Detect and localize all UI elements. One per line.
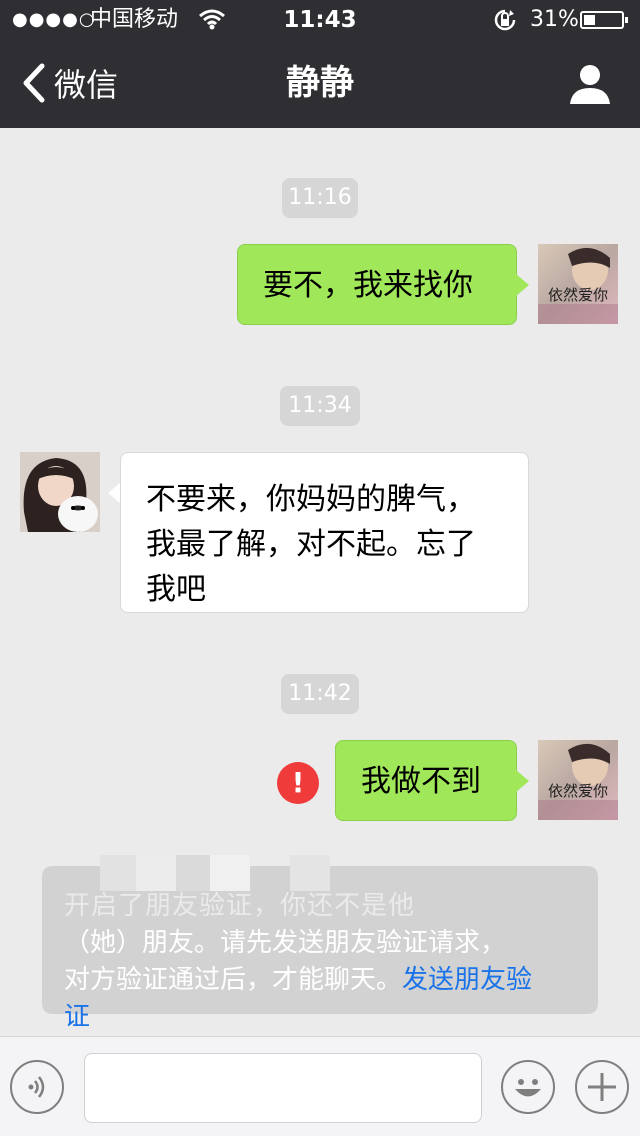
mosaic-block	[100, 855, 136, 891]
my-avatar[interactable]: 依然爱你	[538, 740, 618, 820]
mosaic-block	[290, 855, 330, 891]
message-bubble-sent[interactable]: 要不，我来找你	[237, 244, 517, 325]
mosaic-block	[176, 855, 210, 891]
emoji-button[interactable]	[501, 1060, 555, 1114]
mosaic-overlay	[100, 855, 570, 895]
message-bubble-sent[interactable]: 我做不到	[335, 740, 517, 821]
input-bar	[0, 1036, 640, 1136]
notice-text: 对方验证通过后，才能聊天。	[64, 965, 403, 995]
avatar-caption: 依然爱你	[547, 782, 608, 800]
send-friend-request-link[interactable]: 证	[64, 1002, 90, 1032]
message-text: 我做不到	[361, 764, 481, 799]
timestamp-1: 11:16	[282, 178, 358, 218]
my-avatar[interactable]: 依然爱你	[538, 244, 618, 324]
mosaic-block	[210, 855, 250, 891]
message-input[interactable]	[84, 1053, 482, 1123]
voice-icon	[28, 1076, 45, 1098]
notice-line-with-link: 对方验证通过后，才能聊天。发送朋友验	[64, 962, 578, 999]
rotation-lock-icon	[494, 9, 516, 31]
more-button[interactable]	[575, 1060, 629, 1114]
avatar-caption: 依然爱你	[547, 286, 608, 304]
message-line: 不要来，你妈妈的脾气，	[146, 482, 476, 517]
send-friend-request-link[interactable]: 发送朋友验	[402, 965, 532, 995]
status-bar: ●●●●○ 中国移动 11:43 31%	[0, 0, 640, 40]
voice-button[interactable]	[10, 1060, 64, 1114]
smiley-icon	[515, 1079, 541, 1097]
notice-line: （她）朋友。请先发送朋友验证请求，	[64, 928, 507, 958]
notice-line: 证	[64, 999, 578, 1036]
contact-avatar[interactable]	[20, 452, 100, 532]
plus-icon	[588, 1073, 616, 1101]
message-text: 要不，我来找你	[263, 268, 473, 303]
message-line: 我最了解，对不起。忘了	[146, 527, 476, 562]
battery-nub	[625, 17, 628, 23]
chat-title: 静静	[286, 63, 354, 103]
message-line: 我吧	[146, 572, 206, 607]
top-bar: ●●●●○ 中国移动 11:43 31% 微信 静静	[0, 0, 640, 128]
person-icon[interactable]	[568, 62, 612, 106]
message-bubble-received[interactable]: 不要来，你妈妈的脾气， 我最了解，对不起。忘了 我吧	[120, 452, 529, 613]
battery-fill	[584, 15, 595, 25]
bubble-tail	[516, 770, 529, 792]
avatar-image	[20, 452, 100, 532]
mosaic-block	[136, 855, 176, 891]
exclamation-icon[interactable]: !	[277, 762, 319, 804]
battery-icon	[580, 11, 628, 29]
battery-percentage: 31%	[530, 7, 579, 32]
bubble-tail	[516, 274, 529, 296]
timestamp-3: 11:42	[281, 674, 359, 714]
timestamp-2: 11:34	[280, 386, 360, 426]
